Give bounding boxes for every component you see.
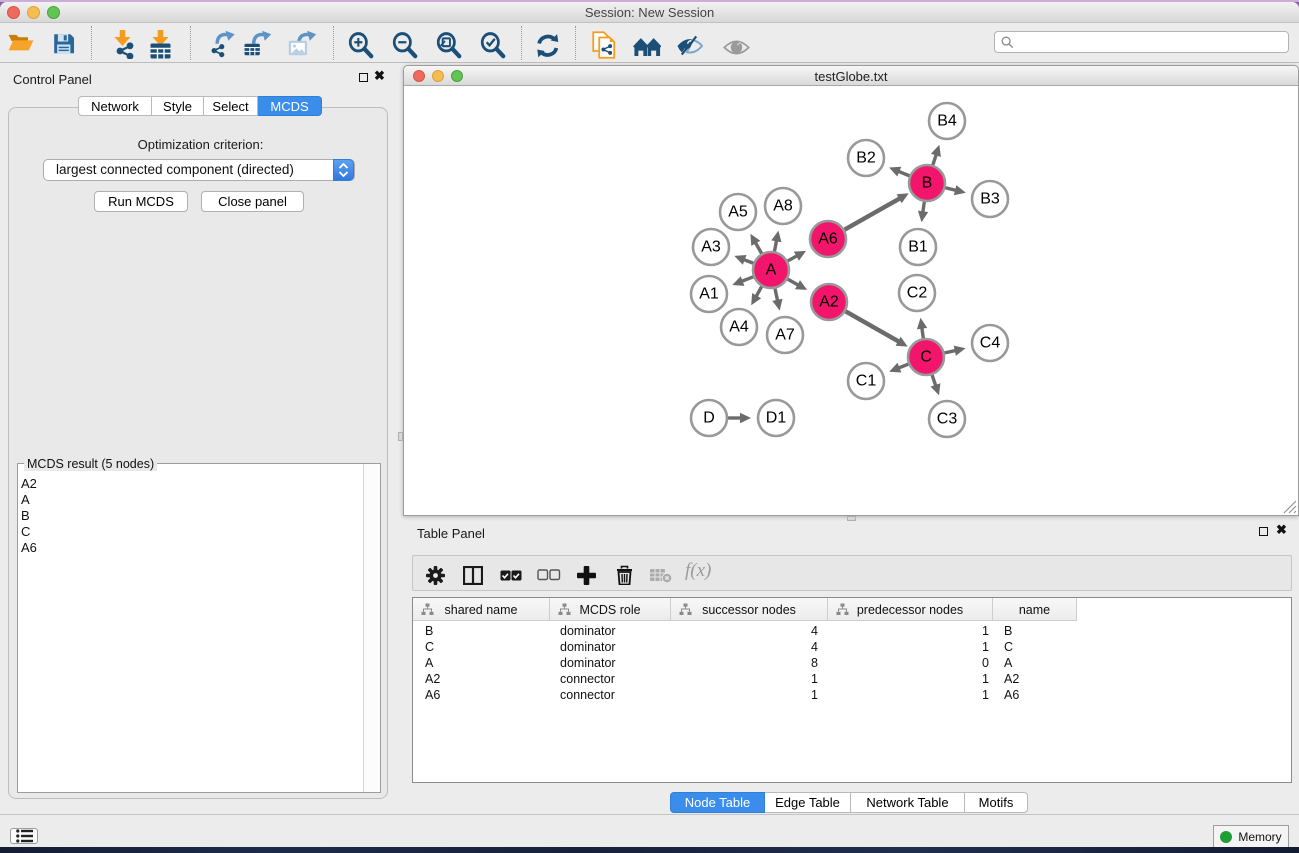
svg-text:C1: C1 xyxy=(856,373,877,390)
svg-text:B1: B1 xyxy=(908,239,928,256)
svg-text:A3: A3 xyxy=(701,239,721,256)
svg-text:B4: B4 xyxy=(937,113,957,130)
svg-text:A1: A1 xyxy=(699,286,719,303)
svg-text:B2: B2 xyxy=(856,150,876,167)
svg-text:A5: A5 xyxy=(728,204,748,221)
svg-text:B: B xyxy=(922,175,933,192)
svg-text:C: C xyxy=(920,349,932,366)
svg-text:D1: D1 xyxy=(766,410,787,427)
svg-text:A7: A7 xyxy=(775,327,795,344)
svg-text:A2: A2 xyxy=(819,294,839,311)
svg-text:A4: A4 xyxy=(729,319,749,336)
svg-text:A6: A6 xyxy=(818,231,838,248)
svg-text:C3: C3 xyxy=(937,411,958,428)
svg-text:A: A xyxy=(766,262,777,279)
svg-text:C2: C2 xyxy=(907,285,928,302)
svg-text:C4: C4 xyxy=(980,335,1001,352)
svg-text:B3: B3 xyxy=(980,191,1000,208)
svg-text:A8: A8 xyxy=(773,198,793,215)
svg-text:D: D xyxy=(703,410,715,427)
